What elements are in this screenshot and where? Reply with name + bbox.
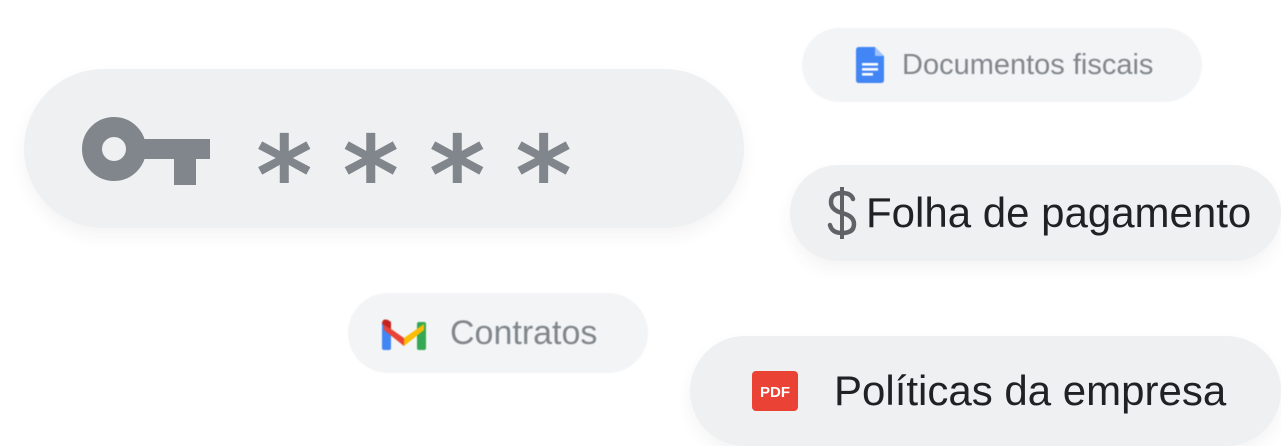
tag-folha-de-pagamento: Folha de pagamento <box>790 165 1281 261</box>
tag-politicas-da-empresa: PDF Políticas da empresa <box>690 336 1281 446</box>
google-docs-icon <box>856 47 884 83</box>
password-field: **** <box>24 69 744 239</box>
gmail-icon <box>382 319 426 350</box>
tag-label: Políticas da empresa <box>834 367 1227 414</box>
tag-label: Contratos <box>450 313 598 352</box>
key-icon <box>82 116 210 185</box>
tag-documentos-fiscais: Documentos fiscais <box>802 28 1202 102</box>
pdf-icon: PDF <box>752 371 798 411</box>
pdf-icon-text: PDF <box>760 384 790 401</box>
tag-label: Folha de pagamento <box>866 189 1252 236</box>
dollar-icon <box>827 187 857 239</box>
password-masked-value: **** <box>256 113 602 239</box>
tag-contratos: Contratos <box>348 293 648 373</box>
tag-label: Documentos fiscais <box>902 48 1154 81</box>
